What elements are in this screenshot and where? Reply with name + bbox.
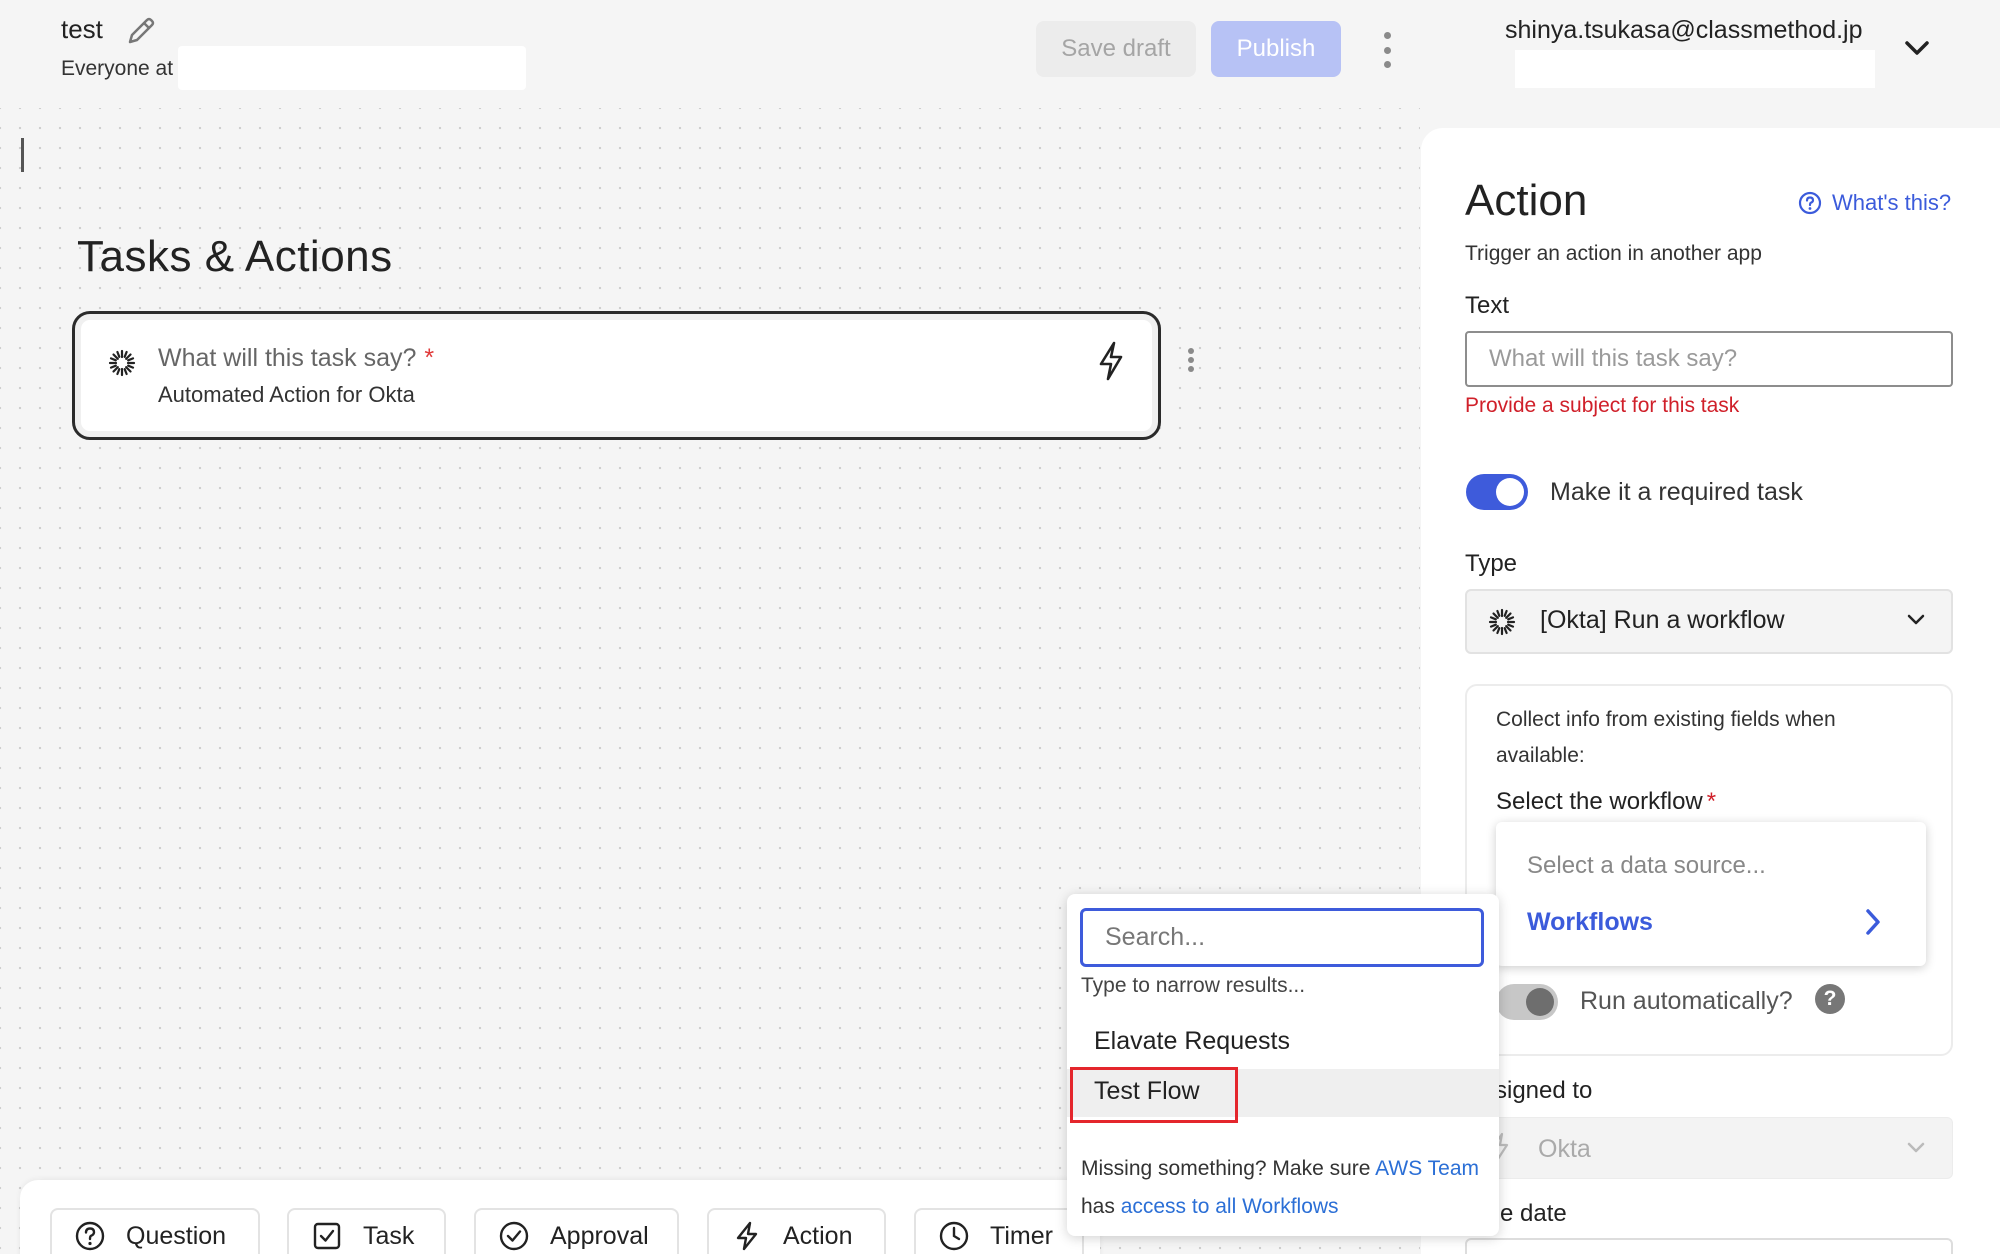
add-action-button[interactable]: Action [707, 1208, 886, 1254]
run-automatically-label: Run automatically? [1580, 987, 1793, 1015]
lightning-icon [1096, 340, 1126, 382]
due-date-field[interactable] [1465, 1238, 1953, 1254]
save-draft-button[interactable]: Save draft [1036, 21, 1196, 77]
workflow-option-elavate-requests[interactable]: Elavate Requests [1067, 1024, 1499, 1072]
chevron-down-icon [1905, 612, 1927, 628]
select-workflow-label: Select the workflow * [1496, 788, 1717, 815]
type-label: Type [1465, 550, 1518, 577]
task-more-icon[interactable] [1184, 344, 1198, 376]
user-email: shinya.tsukasa@classmethod.jp [1505, 16, 1863, 44]
required-task-label: Make it a required task [1550, 478, 1803, 506]
add-approval-button[interactable]: Approval [474, 1208, 679, 1254]
task-title: What will this task say? * [158, 344, 435, 372]
question-circle-icon [75, 1221, 105, 1251]
add-timer-button[interactable]: Timer [914, 1208, 1084, 1254]
section-title: Tasks & Actions [77, 232, 393, 281]
missing-workflows-note: Missing something? Make sure AWS Team ha… [1081, 1157, 1480, 1218]
workflow-search-input[interactable] [1080, 908, 1484, 967]
data-source-popup [1496, 822, 1926, 966]
add-question-button[interactable]: Question [50, 1208, 260, 1254]
type-value: [Okta] Run a workflow [1540, 606, 1785, 634]
checkbox-icon [313, 1222, 341, 1250]
task-subtitle: Automated Action for Okta [158, 382, 415, 407]
help-icon[interactable]: ? [1815, 984, 1845, 1014]
text-error-message: Provide a subject for this task [1465, 394, 1740, 417]
assigned-to-value: Okta [1538, 1135, 1591, 1163]
chevron-down-icon [1905, 1140, 1927, 1156]
run-automatically-toggle[interactable] [1496, 984, 1558, 1020]
task-card[interactable] [72, 311, 1161, 440]
highlight-box [1070, 1067, 1238, 1123]
search-hint: Type to narrow results... [1081, 974, 1306, 997]
data-source-workflows-option[interactable]: Workflows [1527, 908, 1653, 937]
access-workflows-link[interactable]: access to all Workflows [1121, 1195, 1339, 1218]
chevron-down-icon[interactable] [1900, 36, 1934, 60]
pencil-icon[interactable] [124, 14, 158, 48]
required-mark: * [1706, 788, 1717, 815]
required-mark: * [424, 344, 435, 372]
lightning-icon [736, 1221, 758, 1251]
text-cursor [21, 138, 24, 172]
clock-icon [939, 1221, 969, 1251]
text-label: Text [1465, 292, 1510, 319]
assigned-to-label: signed to [1495, 1077, 1593, 1104]
redacted-area [178, 46, 526, 90]
publish-button[interactable]: Publish [1211, 21, 1341, 77]
chevron-right-icon[interactable] [1864, 907, 1882, 937]
audience-label: Everyone at [61, 57, 174, 80]
data-source-placeholder: Select a data source... [1527, 852, 1766, 879]
task-text-input[interactable] [1465, 331, 1953, 387]
redacted-area [1515, 50, 1875, 88]
okta-icon [1487, 607, 1517, 637]
whats-this-label: What's this? [1832, 190, 1952, 215]
question-circle-icon [1798, 191, 1822, 215]
panel-title: Action [1465, 176, 1588, 225]
required-task-toggle[interactable] [1466, 474, 1528, 510]
add-task-button[interactable]: Task [287, 1208, 446, 1254]
check-circle-icon [499, 1221, 529, 1251]
okta-icon [107, 348, 137, 378]
document-title: test [61, 14, 103, 44]
due-date-label: e date [1500, 1200, 1567, 1227]
aws-team-link[interactable]: AWS Team [1375, 1157, 1479, 1180]
whats-this-link[interactable]: What's this? [1798, 190, 1951, 216]
collect-info-text: Collect info from existing fields when a… [1496, 708, 1836, 767]
panel-subtitle: Trigger an action in another app [1465, 242, 1762, 265]
more-options-icon[interactable] [1378, 28, 1396, 72]
